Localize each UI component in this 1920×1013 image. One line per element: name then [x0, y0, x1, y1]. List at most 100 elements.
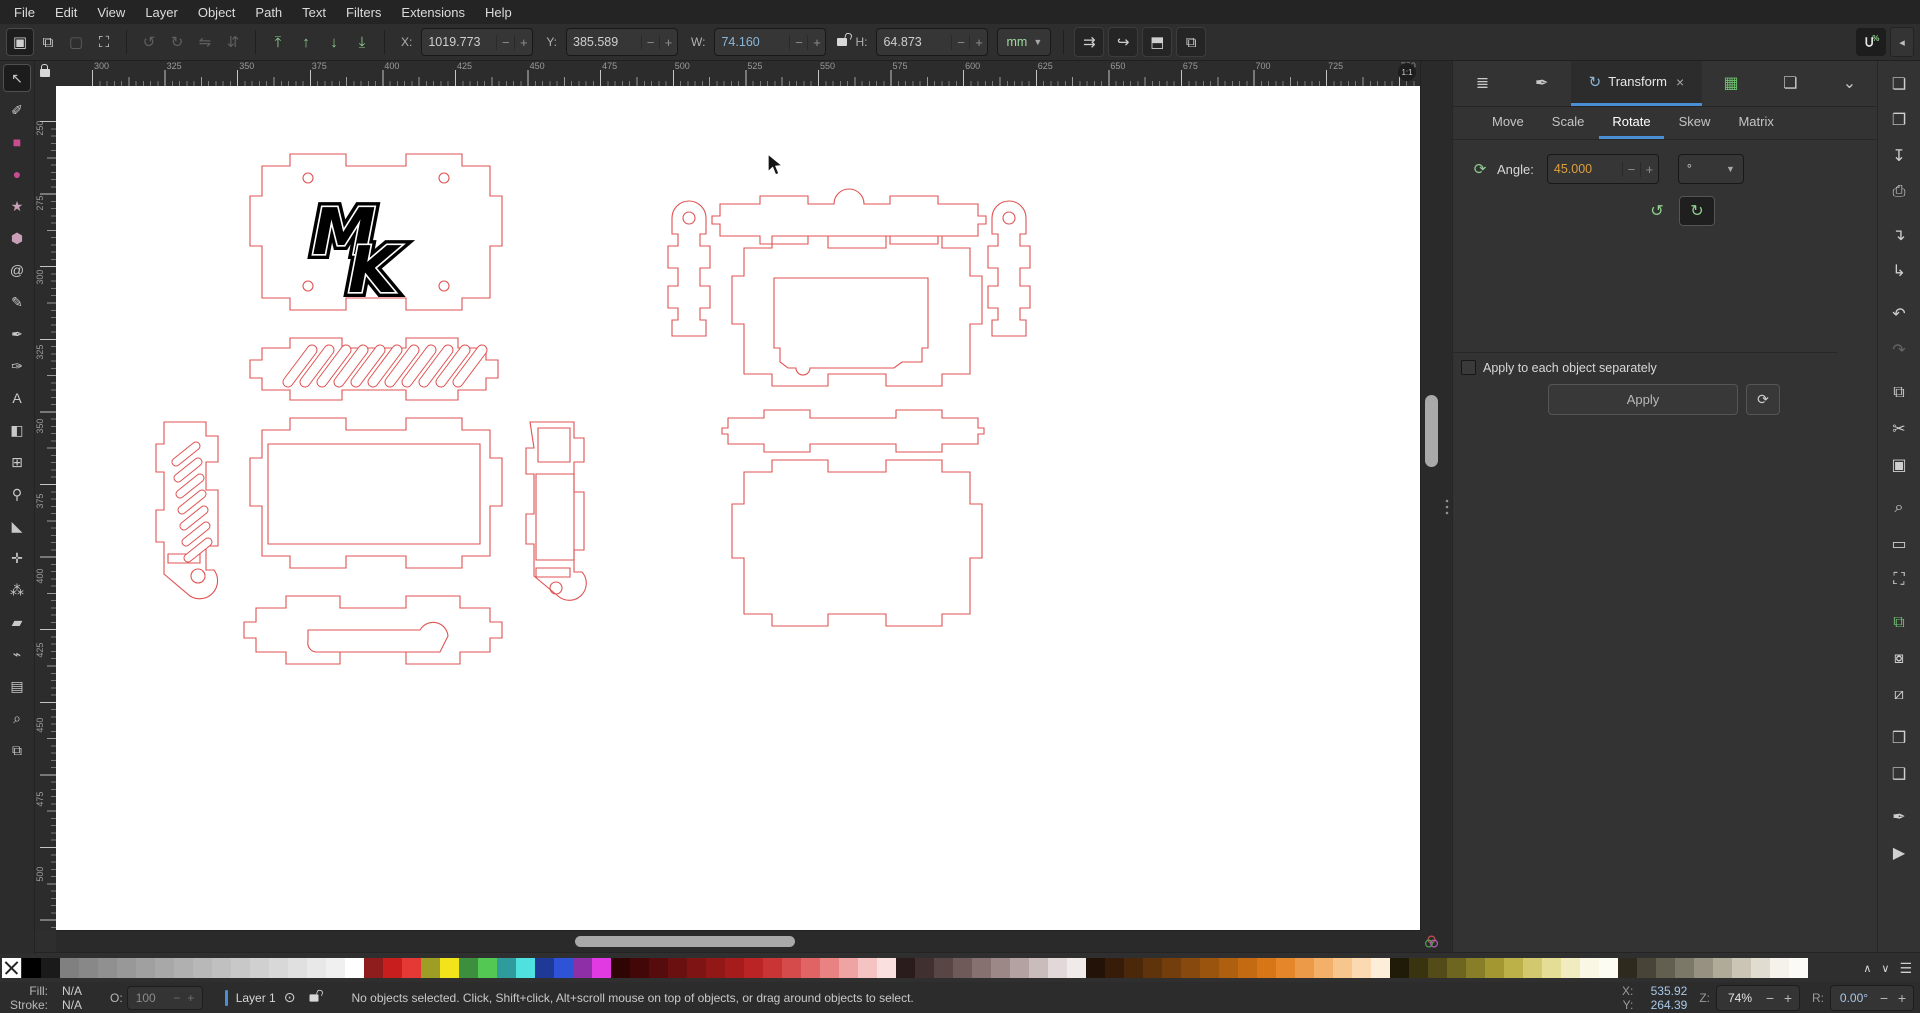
- apply-separately-row[interactable]: Apply to each object separately: [1461, 360, 1657, 375]
- palette-swatch[interactable]: [1124, 958, 1143, 978]
- w-plus-button[interactable]: +: [807, 35, 825, 50]
- palette-swatch[interactable]: [687, 958, 706, 978]
- panel-chevron-icon[interactable]: ⌄: [1820, 60, 1879, 106]
- palette-swatch[interactable]: [592, 958, 611, 978]
- palette-swatch[interactable]: [554, 958, 573, 978]
- more-tools-button[interactable]: ▶: [1884, 838, 1914, 868]
- palette-swatch[interactable]: [307, 958, 326, 978]
- palette-swatch[interactable]: [1143, 958, 1162, 978]
- screw-hole[interactable]: [191, 569, 205, 583]
- selection-box-button[interactable]: ⛶: [90, 28, 118, 56]
- palette-swatch[interactable]: [516, 958, 535, 978]
- new-document-button[interactable]: ❏: [1884, 69, 1914, 99]
- raise-button[interactable]: ↑: [292, 28, 320, 56]
- palette-swatch[interactable]: [630, 958, 649, 978]
- import-button[interactable]: ↴: [1884, 220, 1914, 250]
- palette-swatch[interactable]: [1295, 958, 1314, 978]
- move-patterns-button[interactable]: ⧉: [1176, 27, 1206, 57]
- palette-swatch[interactable]: [1314, 958, 1333, 978]
- lower-button[interactable]: ↓: [320, 28, 348, 56]
- zoom-field[interactable]: 74% − +: [1716, 985, 1800, 1011]
- rotation-plus-button[interactable]: +: [1893, 990, 1911, 1006]
- palette-swatch[interactable]: [611, 958, 630, 978]
- palette-swatch[interactable]: [383, 958, 402, 978]
- tool-node-editor[interactable]: ✐: [3, 96, 31, 124]
- opacity-minus-button[interactable]: −: [170, 991, 184, 1005]
- cut-path[interactable]: [722, 410, 984, 452]
- x-minus-button[interactable]: −: [496, 35, 514, 50]
- palette-swatch[interactable]: [725, 958, 744, 978]
- tool-pages[interactable]: ▤: [3, 672, 31, 700]
- transform-tab[interactable]: Rotate: [1599, 107, 1663, 139]
- palette-swatch[interactable]: [1580, 958, 1599, 978]
- splitter-grip[interactable]: [1445, 498, 1449, 516]
- palette-swatch[interactable]: [174, 958, 193, 978]
- palette-swatch[interactable]: [250, 958, 269, 978]
- close-tab-icon[interactable]: ×: [1676, 74, 1684, 90]
- vertical-scrollbar-thumb[interactable]: [1425, 395, 1438, 467]
- rotate-ccw-button[interactable]: ↺: [135, 28, 163, 56]
- palette-swatch[interactable]: [1371, 958, 1390, 978]
- palette-swatch[interactable]: [991, 958, 1010, 978]
- zoom-drawing-button[interactable]: ⌕: [1884, 493, 1914, 523]
- fill-stroke-panel-icon[interactable]: ✒: [1512, 60, 1571, 106]
- cut-path[interactable]: [526, 422, 586, 600]
- tool-star[interactable]: ★: [3, 192, 31, 220]
- palette-swatch[interactable]: [1751, 958, 1770, 978]
- menu-item[interactable]: File: [4, 2, 45, 23]
- screw-hole[interactable]: [303, 281, 313, 291]
- layer-indicator[interactable]: Layer 1 ⊙: [225, 989, 326, 1006]
- palette-swatch[interactable]: [953, 958, 972, 978]
- screw-hole[interactable]: [683, 212, 695, 224]
- vertical-scrollbar[interactable]: [1420, 60, 1443, 930]
- palette-swatch[interactable]: [896, 958, 915, 978]
- save-document-button[interactable]: ↧: [1884, 141, 1914, 171]
- palette-swatch[interactable]: [60, 958, 79, 978]
- tool-3d-box[interactable]: ⬢: [3, 224, 31, 252]
- palette-swatch[interactable]: [535, 958, 554, 978]
- palette-swatch[interactable]: [972, 958, 991, 978]
- cut-path[interactable]: [668, 201, 710, 336]
- menu-item[interactable]: Filters: [336, 2, 391, 23]
- palette-swatch[interactable]: [269, 958, 288, 978]
- palette-swatch[interactable]: [497, 958, 516, 978]
- cut-path[interactable]: [774, 278, 928, 375]
- screw-hole[interactable]: [303, 173, 313, 183]
- reset-button[interactable]: ⟳: [1746, 384, 1780, 415]
- rotation-field[interactable]: 0.00° − +: [1830, 985, 1914, 1011]
- flip-horizontal-button[interactable]: ⇋: [191, 28, 219, 56]
- cut-path[interactable]: [732, 460, 982, 626]
- palette-swatch[interactable]: [1048, 958, 1067, 978]
- paste-button[interactable]: ▣: [1884, 450, 1914, 480]
- horizontal-scrollbar[interactable]: [56, 930, 1420, 953]
- palette-swatch[interactable]: [1428, 958, 1447, 978]
- drawing-svg[interactable]: M K M K: [56, 86, 1420, 930]
- tool-rectangle[interactable]: ■: [3, 128, 31, 156]
- flip-vertical-button[interactable]: ⇵: [219, 28, 247, 56]
- palette-swatch[interactable]: [1276, 958, 1295, 978]
- tool-spray[interactable]: ⁂: [3, 576, 31, 604]
- palette-swatch[interactable]: [1105, 958, 1124, 978]
- screw-hole[interactable]: [1003, 212, 1015, 224]
- palette-swatch[interactable]: [117, 958, 136, 978]
- angle-minus-button[interactable]: −: [1622, 162, 1640, 177]
- fill-stroke-dialog-button[interactable]: ✒: [1884, 802, 1914, 832]
- palette-swatch[interactable]: [782, 958, 801, 978]
- menu-item[interactable]: Path: [245, 2, 292, 23]
- menu-item[interactable]: Object: [188, 2, 246, 23]
- menu-item[interactable]: View: [87, 2, 135, 23]
- rotation-minus-button[interactable]: −: [1875, 990, 1893, 1006]
- palette-swatch[interactable]: [1409, 958, 1428, 978]
- cut-path[interactable]: [712, 189, 986, 244]
- h-plus-button[interactable]: +: [969, 35, 987, 50]
- raise-to-top-button[interactable]: ⤒: [264, 28, 292, 56]
- opacity-field[interactable]: 100 − +: [127, 986, 203, 1010]
- lock-ratio-icon[interactable]: [837, 38, 847, 46]
- group-button[interactable]: ❒: [1884, 723, 1914, 753]
- rotate-counterclockwise-button[interactable]: ↺: [1639, 196, 1675, 226]
- palette-swatch[interactable]: [1770, 958, 1789, 978]
- menu-item[interactable]: Text: [292, 2, 336, 23]
- palette-swatch[interactable]: [1485, 958, 1504, 978]
- palette-swatch[interactable]: [155, 958, 174, 978]
- layer-name[interactable]: Layer 1: [236, 991, 276, 1005]
